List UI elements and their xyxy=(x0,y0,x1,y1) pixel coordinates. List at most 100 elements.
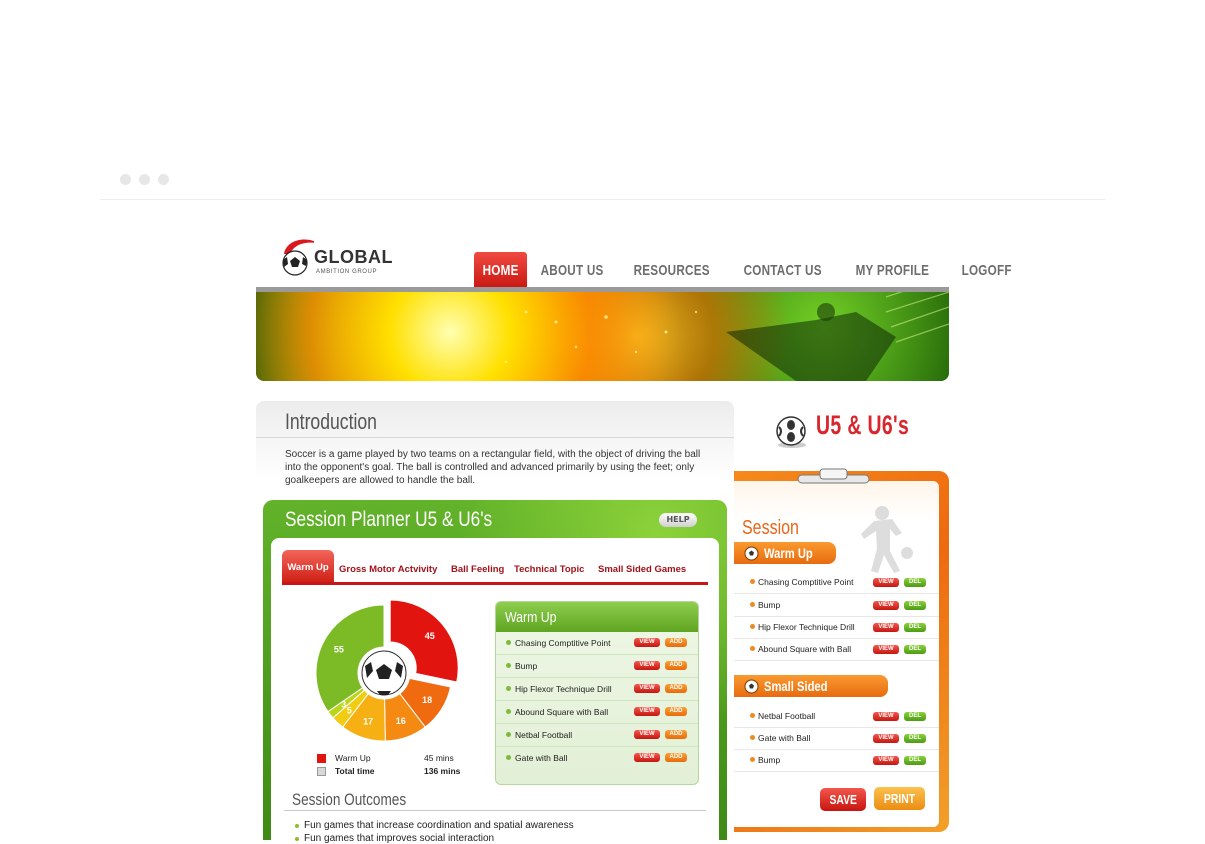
bullet-icon xyxy=(506,709,511,714)
view-button[interactable]: VIEW xyxy=(634,730,660,739)
add-button[interactable]: ADD xyxy=(665,661,687,670)
delete-button[interactable]: DEL xyxy=(904,756,926,765)
intro-divider xyxy=(256,437,734,438)
delete-button[interactable]: DEL xyxy=(904,734,926,743)
session-group-small-sided-games[interactable]: Small Sided Games xyxy=(734,675,888,717)
session-row-label: Gate with Ball xyxy=(758,733,811,743)
window-dot[interactable] xyxy=(139,174,150,185)
list-item: Abound Square with Ball VIEW ADD xyxy=(496,701,698,724)
legend-label: Warm Up xyxy=(335,753,371,763)
session-row-label: Abound Square with Ball xyxy=(758,644,852,654)
list-item: Bump VIEW ADD xyxy=(496,655,698,678)
intro-title: Introduction xyxy=(285,409,377,434)
bullet-icon xyxy=(750,713,755,718)
view-button[interactable]: VIEW xyxy=(634,684,660,693)
help-button[interactable]: HELP xyxy=(659,513,697,527)
bullet-icon xyxy=(506,755,511,760)
outcome-item: Fun games that increase coordination and… xyxy=(295,820,574,831)
session-outcomes-title: Session Outcomes xyxy=(292,790,407,809)
list-item: Netbal Football VIEW ADD xyxy=(496,724,698,747)
add-button[interactable]: ADD xyxy=(665,753,687,762)
legend-label: Total time xyxy=(335,766,375,776)
session-row-label: Bump xyxy=(758,755,781,765)
planner-title: Session Planner U5 & U6's xyxy=(285,508,493,531)
window-dot[interactable] xyxy=(158,174,169,185)
hero-banner xyxy=(256,292,949,381)
warmup-list: Warm Up Chasing Comptitive Point VIEW ADD … xyxy=(495,601,699,785)
session-group-warm-up[interactable]: Warm Up xyxy=(734,542,836,564)
intro-text: Soccer is a game played by two teams on … xyxy=(285,449,701,486)
tab-ball-feeling[interactable]: Ball Feeling xyxy=(451,564,504,575)
warmup-list-title-text: Warm Up xyxy=(505,609,557,626)
view-button[interactable]: VIEW xyxy=(634,638,660,647)
delete-button[interactable]: DEL xyxy=(904,601,926,610)
print-button[interactable]: PRINT xyxy=(874,787,925,810)
add-button[interactable]: ADD xyxy=(665,707,687,716)
banner-artwork xyxy=(504,292,949,381)
list-item: Chasing Comptitive Point VIEW ADD xyxy=(496,632,698,655)
list-item-label: Bump xyxy=(515,661,538,671)
nav-logoff[interactable]: LOGOFF xyxy=(953,262,1020,288)
tab-warm-up[interactable]: Warm Up xyxy=(282,550,334,582)
view-button[interactable]: VIEW xyxy=(873,756,899,765)
bullet-icon xyxy=(750,579,755,584)
delete-button[interactable]: DEL xyxy=(904,645,926,654)
legend-value: 45 mins xyxy=(424,753,454,763)
view-button[interactable]: VIEW xyxy=(634,661,660,670)
warmup-list-title: Warm Up xyxy=(496,602,698,632)
add-button[interactable]: ADD xyxy=(665,730,687,739)
add-button[interactable]: ADD xyxy=(665,638,687,647)
tab-technical-topic[interactable]: Technical Topic xyxy=(514,564,584,575)
delete-button[interactable]: DEL xyxy=(904,712,926,721)
view-button[interactable]: VIEW xyxy=(873,734,899,743)
view-button[interactable]: VIEW xyxy=(634,707,660,716)
pie-slice-label: 18 xyxy=(422,695,432,705)
bullet-icon xyxy=(506,663,511,668)
soccer-ball-icon xyxy=(776,416,806,448)
view-button[interactable]: VIEW xyxy=(873,712,899,721)
view-button[interactable]: VIEW xyxy=(873,578,899,587)
delete-button[interactable]: DEL xyxy=(904,578,926,587)
session-row-label: Bump xyxy=(758,600,781,610)
tab-gross-motor-activity[interactable]: Gross Motor Actvivity xyxy=(339,564,437,575)
logo-ball-icon xyxy=(282,239,320,276)
session-paper: Session Warm Up Chasing Comptitive Point… xyxy=(734,481,939,827)
pie-slice-label: 16 xyxy=(396,716,406,726)
nav-home[interactable]: HOME xyxy=(474,252,528,288)
list-item-label: Abound Square with Ball xyxy=(515,707,609,717)
bullet-icon xyxy=(750,602,755,607)
planner-content: Warm Up Gross Motor Actvivity Ball Feeli… xyxy=(271,538,719,844)
pie-slice-label: 55 xyxy=(334,644,344,654)
session-row: Bump VIEW DEL xyxy=(734,594,939,617)
session-row: Chasing Comptitive Point VIEW DEL xyxy=(734,571,939,594)
pie-slice-label: 17 xyxy=(363,716,373,726)
save-button-label: SAVE xyxy=(829,792,857,807)
pie-slice-label: 5 xyxy=(347,705,352,715)
nav-resources[interactable]: RESOURCES xyxy=(625,262,718,288)
list-item: Gate with Ball VIEW ADD xyxy=(496,747,698,769)
view-button[interactable]: VIEW xyxy=(873,601,899,610)
view-button[interactable]: VIEW xyxy=(873,645,899,654)
save-button[interactable]: SAVE xyxy=(820,788,866,811)
toolbar-divider xyxy=(100,199,1105,200)
logo[interactable]: GLOBAL AMBITION GROUP xyxy=(280,236,393,280)
list-item-label: Chasing Comptitive Point xyxy=(515,638,611,648)
session-title: Session xyxy=(742,517,799,539)
session-row: Hip Flexor Technique Drill VIEW DEL xyxy=(734,616,939,639)
nav-contact-us[interactable]: CONTACT US xyxy=(735,262,830,288)
delete-button[interactable]: DEL xyxy=(904,623,926,632)
nav-about-us[interactable]: ABOUT US xyxy=(532,262,612,288)
legend-value: 136 mins xyxy=(424,766,461,776)
session-row-label: Hip Flexor Technique Drill xyxy=(758,622,855,632)
session-row: Netbal Football VIEW DEL xyxy=(734,705,939,728)
add-button[interactable]: ADD xyxy=(665,684,687,693)
bullet-icon xyxy=(506,640,511,645)
nav-my-profile[interactable]: MY PROFILE xyxy=(847,262,938,288)
session-row-label: Chasing Comptitive Point xyxy=(758,577,854,587)
view-button[interactable]: VIEW xyxy=(873,623,899,632)
window-dot[interactable] xyxy=(120,174,131,185)
planner-tabs: Warm Up Gross Motor Actvivity Ball Feeli… xyxy=(282,550,708,585)
tab-small-sided-games[interactable]: Small Sided Games xyxy=(598,564,686,575)
view-button[interactable]: VIEW xyxy=(634,753,660,762)
outcome-item: Fun games that improves social interacti… xyxy=(294,833,495,844)
